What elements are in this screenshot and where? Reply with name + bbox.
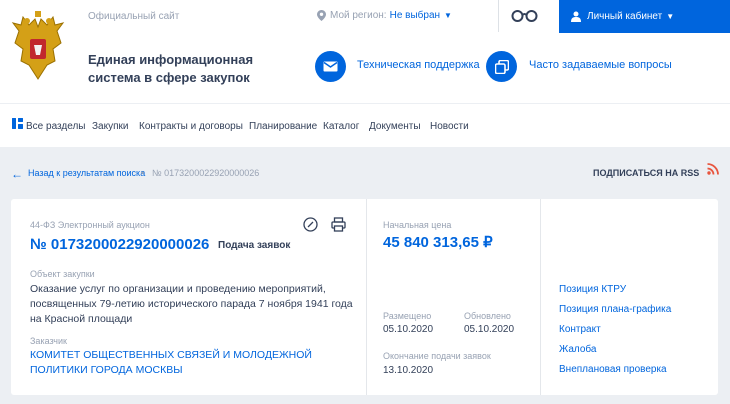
deadline-label: Окончание подачи заявок <box>383 351 491 361</box>
procedure-type: 44-ФЗ Электронный аукцион <box>30 220 150 230</box>
site-header: Официальный сайт Единая информационная с… <box>0 0 730 103</box>
official-site-label: Официальный сайт <box>88 11 180 22</box>
breadcrumb-current: № 0173200022920000026 <box>152 168 260 178</box>
glasses-icon[interactable] <box>511 9 538 23</box>
ktru-position-link[interactable]: Позиция КТРУ <box>559 284 626 295</box>
main-navigation: Все разделы Закупки Контракты и договоры… <box>0 103 730 149</box>
mail-icon <box>323 61 338 72</box>
initial-price-label: Начальная цена <box>383 220 452 230</box>
print-icon[interactable] <box>331 217 346 232</box>
region-value[interactable]: Не выбран <box>390 10 440 21</box>
personal-cabinet-button[interactable]: Личный кабинет ▼ <box>559 0 730 33</box>
object-text: Оказание услуг по организации и проведен… <box>30 283 353 325</box>
header-divider <box>498 0 499 32</box>
updated-label: Обновлено <box>464 311 511 321</box>
region-label: Мой регион: <box>330 10 387 21</box>
status-badge: Подача заявок <box>218 240 291 251</box>
location-pin-icon <box>317 10 326 21</box>
system-title[interactable]: Единая информационная система в сфере за… <box>88 51 308 87</box>
nav-item-catalog[interactable]: Каталог <box>323 121 359 132</box>
registry-number-link[interactable]: № 0173200022920000026 <box>30 236 209 253</box>
unscheduled-inspection-link[interactable]: Внеплановая проверка <box>559 364 667 375</box>
column-divider <box>366 199 367 395</box>
region-selector[interactable]: Мой регион: Не выбран ▼ <box>317 10 452 21</box>
initial-price-value: 45 840 313,65 ₽ <box>383 234 493 251</box>
posted-date: 05.10.2020 <box>383 324 434 335</box>
nav-item-planning[interactable]: Планирование <box>249 121 317 132</box>
compass-icon[interactable] <box>303 217 318 232</box>
support-mail-icon[interactable] <box>315 51 346 82</box>
deadline-date: 13.10.2020 <box>383 365 434 376</box>
nav-item-purchases[interactable]: Закупки <box>92 121 129 149</box>
arrow-left-icon[interactable]: ← <box>11 167 23 181</box>
breadcrumb-separator: • <box>141 168 145 178</box>
faq-icon-button[interactable] <box>486 51 517 82</box>
plan-schedule-link[interactable]: Позиция плана-графика <box>559 304 671 315</box>
posted-label: Размещено <box>383 311 432 321</box>
support-link[interactable]: Техническая поддержка <box>357 59 480 71</box>
customer-link[interactable]: КОМИТЕТ ОБЩЕСТВЕННЫХ СВЯЗЕЙ И МОЛОДЕЖНОЙ… <box>30 348 350 378</box>
content-area: ← Назад к результатам поиска • № 0173200… <box>0 147 730 404</box>
nav-item-contracts[interactable]: Контракты и договоры <box>139 121 243 132</box>
user-icon <box>571 11 581 22</box>
contract-link[interactable]: Контракт <box>559 324 601 335</box>
chevron-down-icon: ▼ <box>444 11 452 20</box>
customer-label: Заказчик <box>30 336 67 346</box>
purchase-card: 44-ФЗ Электронный аукцион № 017320002292… <box>11 199 718 395</box>
cabinet-label: Личный кабинет <box>587 11 663 22</box>
nav-item-news[interactable]: Новости <box>430 121 469 132</box>
coat-of-arms-emblem[interactable] <box>9 9 67 89</box>
faq-link[interactable]: Часто задаваемые вопросы <box>529 59 672 71</box>
sections-grid-icon[interactable] <box>12 118 23 129</box>
complaint-link[interactable]: Жалоба <box>559 344 596 355</box>
back-to-results-link[interactable]: Назад к результатам поиска <box>28 168 145 178</box>
rss-subscribe-link[interactable]: ПОДПИСАТЬСЯ НА RSS <box>593 168 699 178</box>
object-label: Объект закупки <box>30 269 95 279</box>
copy-windows-icon <box>494 59 509 74</box>
nav-item-documents[interactable]: Документы <box>369 121 421 132</box>
updated-date: 05.10.2020 <box>464 324 515 335</box>
column-divider <box>540 199 541 395</box>
nav-item-all-sections[interactable]: Все разделы <box>26 121 85 132</box>
rss-icon[interactable] <box>707 163 719 175</box>
chevron-down-icon: ▼ <box>666 12 675 21</box>
